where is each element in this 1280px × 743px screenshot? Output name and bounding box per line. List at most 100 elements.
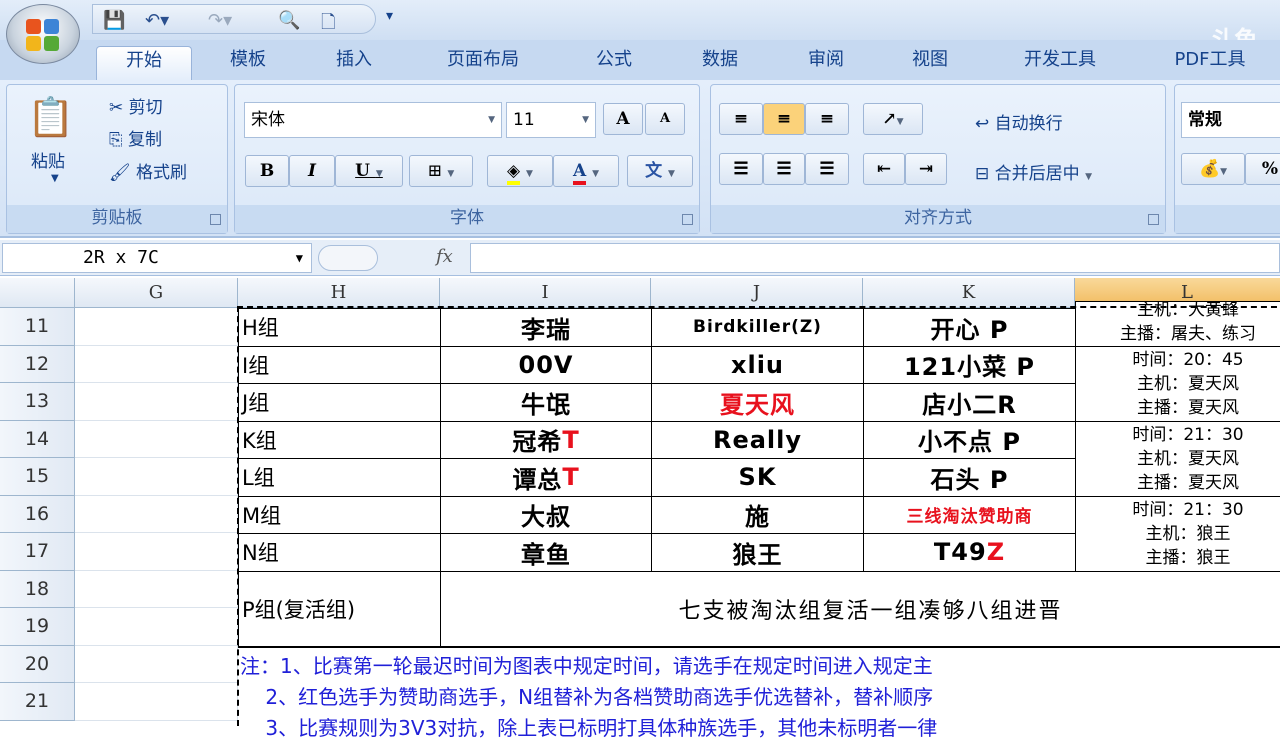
tab-7[interactable]: 视图 — [882, 46, 978, 80]
tab-5[interactable]: 数据 — [672, 46, 768, 80]
player-cell[interactable]: 谭总 T — [440, 458, 652, 497]
cell-G21[interactable] — [75, 683, 238, 721]
tab-8[interactable]: 开发工具 — [990, 46, 1130, 80]
new-document-icon[interactable]: 🗋 — [321, 10, 335, 40]
chevron-down-icon[interactable]: ▼ — [296, 244, 303, 272]
paste-dropdown-icon[interactable]: ▼ — [51, 173, 59, 184]
match-info-cell[interactable]: 时间：21：30 主机：狼王 主播：狼王 — [1075, 495, 1280, 572]
paste-icon[interactable]: 📋 — [27, 95, 74, 140]
redo-icon[interactable]: ↷▾ — [208, 10, 232, 31]
row-header-18[interactable]: 18 — [0, 570, 75, 608]
font-size-select[interactable]: 11 ▼ — [506, 102, 596, 138]
align-left-button[interactable]: ☰ — [719, 153, 763, 185]
player-cell[interactable]: 冠希 T — [440, 420, 652, 459]
player-cell[interactable]: Birdkiller(Z) — [651, 308, 864, 347]
percent-button[interactable]: % — [1245, 153, 1280, 185]
row-header-21[interactable]: 21 — [0, 683, 75, 721]
font-name-select[interactable]: 宋体 ▼ — [244, 102, 502, 138]
player-cell[interactable]: 李瑞 — [440, 308, 652, 347]
orientation-button[interactable]: ↗▼ — [863, 103, 923, 135]
tab-4[interactable]: 公式 — [566, 46, 662, 80]
column-header-I[interactable]: I — [440, 278, 651, 308]
dialog-launcher-icon[interactable] — [210, 214, 221, 225]
grow-font-button[interactable]: A — [603, 103, 643, 135]
align-middle-button[interactable]: ≡ — [763, 103, 805, 135]
phonetic-button[interactable]: 文 ▼ — [627, 155, 693, 187]
customize-qat-icon[interactable]: ▾ — [386, 8, 393, 24]
print-preview-icon[interactable]: 🔍 — [278, 10, 300, 31]
borders-button[interactable]: ⊞ ▼ — [409, 155, 473, 187]
revival-group-cell[interactable]: P组(复活组) — [238, 570, 441, 647]
dialog-launcher-icon[interactable] — [1148, 214, 1159, 225]
match-info-cell[interactable]: 时间：20：45 主机：夏天风 主播：夏天风 — [1075, 345, 1280, 422]
group-cell[interactable]: J组 — [238, 383, 441, 422]
cell-G15[interactable] — [75, 458, 238, 496]
formula-bar-resize-handle[interactable] — [318, 245, 378, 271]
cell-G13[interactable] — [75, 383, 238, 421]
name-box[interactable]: 2R x 7C ▼ — [2, 243, 312, 273]
number-format-select[interactable]: 常规 — [1181, 102, 1280, 138]
copy-button[interactable]: ⎘ 复制 — [109, 125, 162, 150]
player-cell[interactable]: 店小二R — [863, 383, 1076, 422]
player-cell[interactable]: 狼王 — [651, 533, 864, 572]
player-cell[interactable]: T49 Z — [863, 533, 1076, 572]
row-header-19[interactable]: 19 — [0, 608, 75, 646]
row-header-17[interactable]: 17 — [0, 533, 75, 571]
player-cell[interactable]: 施 — [651, 495, 864, 534]
group-cell[interactable]: N组 — [238, 533, 441, 572]
player-cell[interactable]: 开心 P — [863, 308, 1076, 347]
cut-button[interactable]: ✂ 剪切 — [109, 93, 163, 118]
player-cell[interactable]: SK — [651, 458, 864, 497]
player-cell[interactable]: 夏天风 — [651, 383, 864, 422]
wrap-text-button[interactable]: ↩ 自动换行 — [975, 109, 1063, 134]
save-icon[interactable]: 💾 — [103, 10, 125, 31]
player-cell[interactable]: 小不点 P — [863, 420, 1076, 459]
cell-G16[interactable] — [75, 495, 238, 533]
tab-6[interactable]: 审阅 — [778, 46, 874, 80]
group-cell[interactable]: M组 — [238, 495, 441, 534]
cell-G20[interactable] — [75, 645, 238, 683]
cell-G12[interactable] — [75, 345, 238, 383]
undo-icon[interactable]: ↶▾ — [145, 10, 169, 31]
insert-function-icon[interactable]: fx — [436, 246, 453, 267]
format-painter-button[interactable]: 🖌 格式刷 — [109, 158, 187, 183]
column-header-J[interactable]: J — [651, 278, 863, 308]
row-header-20[interactable]: 20 — [0, 645, 75, 683]
cell-G18[interactable] — [75, 570, 238, 608]
accounting-format-button[interactable]: 💰▼ — [1181, 153, 1245, 185]
group-cell[interactable]: H组 — [238, 308, 441, 347]
fill-color-button[interactable]: ◈ ▼ — [487, 155, 553, 187]
cell-G11[interactable] — [75, 308, 238, 346]
align-bottom-button[interactable]: ≡ — [805, 103, 849, 135]
group-cell[interactable]: L组 — [238, 458, 441, 497]
cell-G19[interactable] — [75, 608, 238, 646]
tab-9[interactable]: PDF工具 — [1150, 46, 1270, 80]
row-header-13[interactable]: 13 — [0, 383, 75, 421]
player-cell[interactable]: 石头 P — [863, 458, 1076, 497]
player-cell[interactable]: 牛氓 — [440, 383, 652, 422]
tab-1[interactable]: 模板 — [200, 46, 296, 80]
player-cell[interactable]: 章鱼 — [440, 533, 652, 572]
player-cell[interactable]: 121小菜 P — [863, 345, 1076, 384]
dialog-launcher-icon[interactable] — [682, 214, 693, 225]
align-center-button[interactable]: ☰ — [763, 153, 805, 185]
player-cell[interactable]: 00V — [440, 345, 652, 384]
select-all-button[interactable] — [0, 278, 75, 308]
tab-2[interactable]: 插入 — [306, 46, 402, 80]
row-header-14[interactable]: 14 — [0, 420, 75, 458]
group-cell[interactable]: K组 — [238, 420, 441, 459]
align-right-button[interactable]: ☰ — [805, 153, 849, 185]
underline-button[interactable]: U ▼ — [335, 155, 403, 187]
row-header-15[interactable]: 15 — [0, 458, 75, 496]
player-cell[interactable]: 大叔 — [440, 495, 652, 534]
row-header-16[interactable]: 16 — [0, 495, 75, 533]
match-info-cell[interactable]: 时间：21：30 主机：夏天风 主播：夏天风 — [1075, 420, 1280, 497]
bold-button[interactable]: B — [245, 155, 289, 187]
formula-input[interactable] — [470, 243, 1280, 273]
row-header-12[interactable]: 12 — [0, 345, 75, 383]
revival-text-cell[interactable]: 七支被淘汰组复活一组凑够八组进晋 — [440, 570, 1280, 647]
player-cell[interactable]: xliu — [651, 345, 864, 384]
group-cell[interactable]: I组 — [238, 345, 441, 384]
increase-indent-button[interactable]: ⇥ — [905, 153, 947, 185]
office-button[interactable] — [6, 4, 80, 64]
